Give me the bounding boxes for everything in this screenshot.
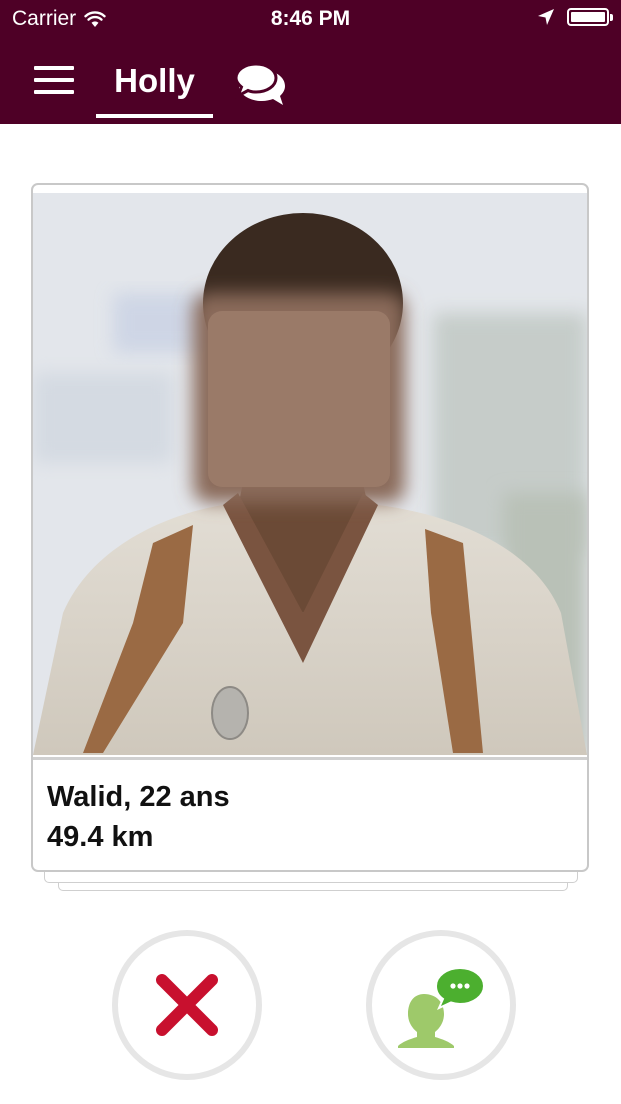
battery-icon bbox=[567, 8, 613, 26]
status-time: 8:46 PM bbox=[270, 7, 351, 30]
profile-distance: 49.4 km bbox=[47, 821, 154, 853]
profile-card[interactable]: Walid, 22 ans 49.4 km bbox=[31, 183, 589, 872]
profile-name-age: Walid, 22 ans bbox=[47, 781, 230, 813]
tab-holly[interactable]: Holly bbox=[96, 60, 213, 120]
tab-holly-label: Holly bbox=[114, 62, 195, 99]
location-arrow-icon bbox=[538, 9, 554, 25]
battery-level bbox=[571, 12, 605, 22]
profile-info: Walid, 22 ans 49.4 km bbox=[47, 777, 230, 857]
start-conversation-button[interactable] bbox=[366, 930, 516, 1080]
close-x-icon bbox=[156, 974, 218, 1036]
status-bar: Carrier 8:46 PM bbox=[0, 0, 621, 40]
chat-bubbles-icon[interactable] bbox=[234, 60, 292, 108]
reject-button[interactable] bbox=[112, 930, 262, 1080]
profile-photo bbox=[33, 193, 587, 755]
nav-bar: Holly bbox=[0, 40, 621, 124]
app-header: Carrier 8:46 PM Holly bbox=[0, 0, 621, 124]
profile-photo-illustration bbox=[33, 193, 587, 755]
status-right-group bbox=[537, 8, 613, 26]
start-conversation-icon bbox=[398, 966, 486, 1048]
hamburger-menu-icon[interactable] bbox=[34, 66, 74, 96]
card-divider bbox=[33, 757, 587, 760]
active-tab-indicator bbox=[96, 114, 213, 118]
